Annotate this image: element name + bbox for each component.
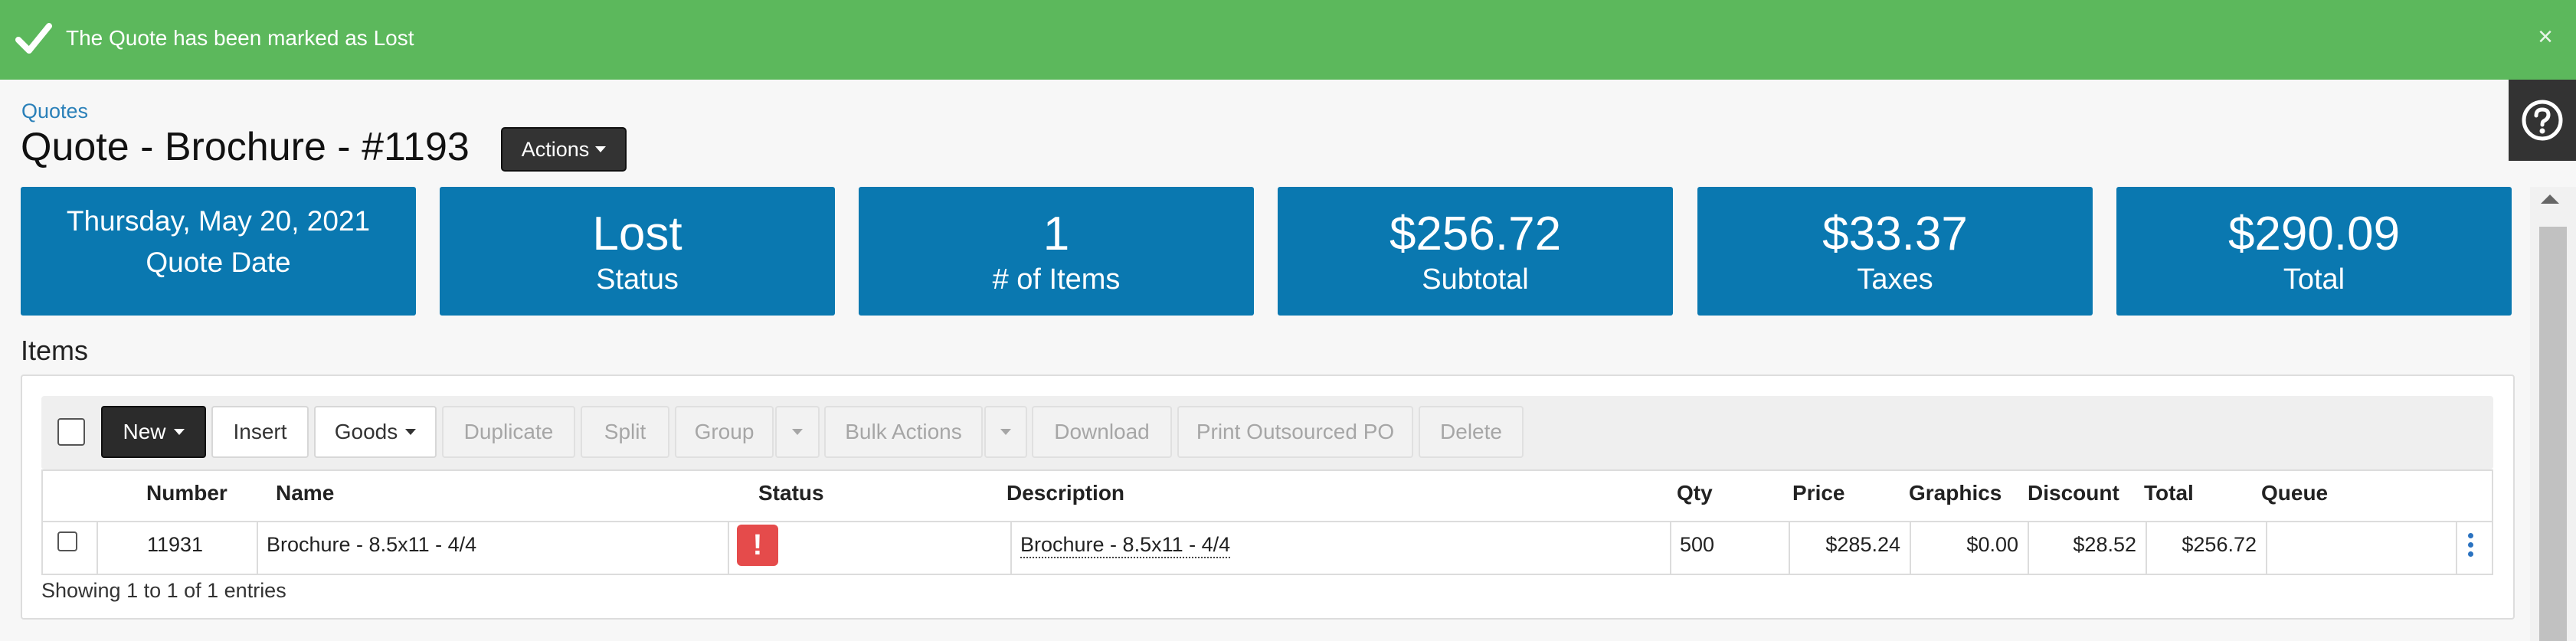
cell-separator: [728, 522, 729, 574]
quote-date-label: Quote Date: [146, 247, 291, 278]
insert-label: Insert: [233, 420, 287, 443]
cell-separator: [2266, 522, 2267, 574]
cell-separator: [2456, 522, 2457, 574]
goods-button[interactable]: Goods: [314, 406, 437, 458]
status-label: Status: [596, 263, 679, 296]
col-graphics[interactable]: Graphics: [1909, 481, 2002, 505]
download-label: Download: [1054, 420, 1150, 443]
delete-label: Delete: [1440, 420, 1502, 443]
col-queue[interactable]: Queue: [2261, 481, 2328, 505]
caret-down-icon: [173, 429, 185, 435]
bulk-actions-button[interactable]: Bulk Actions: [824, 406, 983, 458]
delete-button[interactable]: Delete: [1419, 406, 1524, 458]
subtotal-tile: $256.72 Subtotal: [1278, 187, 1673, 316]
actions-label: Actions: [521, 137, 590, 161]
group-dropdown-button[interactable]: [775, 406, 820, 458]
row-checkbox[interactable]: [57, 531, 77, 551]
download-button[interactable]: Download: [1032, 406, 1172, 458]
cell-description[interactable]: Brochure - 8.5x11 - 4/4: [1020, 533, 1231, 558]
status-value: Lost: [592, 208, 682, 260]
cell-discount: $28.52: [2073, 533, 2136, 556]
cell-separator: [1789, 522, 1790, 574]
cell-total: $256.72: [2182, 533, 2257, 556]
bulk-actions-label: Bulk Actions: [845, 420, 962, 443]
cell-separator: [1910, 522, 1911, 574]
header-bottom-border: [41, 521, 2493, 522]
subtotal-label: Subtotal: [1422, 263, 1529, 296]
breadcrumb-quotes[interactable]: Quotes: [21, 100, 88, 123]
cell-qty: 500: [1680, 533, 1715, 556]
select-all-checkbox[interactable]: [57, 418, 85, 446]
total-label: Total: [2283, 263, 2345, 296]
split-button[interactable]: Split: [581, 406, 669, 458]
taxes-tile: $33.37 Taxes: [1697, 187, 2093, 316]
scroll-up-icon[interactable]: [2541, 195, 2559, 204]
total-value: $290.09: [2227, 208, 2401, 260]
col-status[interactable]: Status: [758, 481, 824, 505]
items-section-title: Items: [21, 335, 89, 366]
cell-separator: [2028, 522, 2029, 574]
col-number[interactable]: Number: [146, 481, 227, 505]
page-title: Quote - Brochure - #1193: [21, 125, 470, 169]
cell-separator: [257, 522, 258, 574]
total-tile: $290.09 Total: [2116, 187, 2512, 316]
items-count-value: 1: [1043, 208, 1070, 260]
items-count-tile: 1 # of Items: [859, 187, 1254, 316]
col-name[interactable]: Name: [276, 481, 334, 505]
print-outsourced-po-button[interactable]: Print Outsourced PO: [1177, 406, 1413, 458]
caret-down-icon: [405, 429, 417, 435]
cell-separator: [1010, 522, 1012, 574]
close-icon[interactable]: ×: [2538, 23, 2553, 51]
group-button[interactable]: Group: [675, 406, 774, 458]
items-table: [41, 469, 2493, 575]
page-scrollbar[interactable]: [2530, 187, 2576, 641]
duplicate-button[interactable]: Duplicate: [442, 406, 575, 458]
alert-icon[interactable]: !: [737, 525, 778, 566]
taxes-label: Taxes: [1857, 263, 1933, 296]
cell-separator: [1670, 522, 1671, 574]
col-qty[interactable]: Qty: [1677, 481, 1713, 505]
col-discount[interactable]: Discount: [2028, 481, 2119, 505]
success-notification: The Quote has been marked as Lost ×: [0, 0, 2576, 80]
new-button[interactable]: New: [101, 406, 206, 458]
quote-date-value: Thursday, May 20, 2021: [66, 205, 371, 237]
caret-down-icon: [595, 146, 607, 152]
help-icon: [2522, 100, 2563, 141]
duplicate-label: Duplicate: [463, 420, 554, 443]
bulk-actions-dropdown-button[interactable]: [984, 406, 1027, 458]
cell-number: 11931: [147, 533, 204, 556]
kebab-menu-icon[interactable]: [2468, 533, 2474, 559]
cell-separator: [2146, 522, 2147, 574]
caret-down-icon: [1000, 429, 1011, 435]
help-button[interactable]: [2509, 80, 2576, 161]
taxes-value: $33.37: [1822, 208, 1968, 260]
status-tile: Lost Status: [440, 187, 835, 316]
check-icon: [15, 23, 52, 54]
cell-graphics: $0.00: [1966, 533, 2018, 556]
caret-down-icon: [792, 429, 803, 435]
insert-button[interactable]: Insert: [211, 406, 309, 458]
subtotal-value: $256.72: [1389, 208, 1562, 260]
group-label: Group: [694, 420, 754, 443]
table-info: Showing 1 to 1 of 1 entries: [41, 579, 286, 602]
goods-label: Goods: [334, 420, 398, 443]
scroll-thumb[interactable]: [2539, 227, 2567, 641]
split-label: Split: [604, 420, 646, 443]
print-po-label: Print Outsourced PO: [1196, 420, 1395, 443]
header-top-border: [41, 469, 2493, 471]
cell-name[interactable]: Brochure - 8.5x11 - 4/4: [267, 533, 476, 557]
col-description[interactable]: Description: [1007, 481, 1124, 505]
col-price[interactable]: Price: [1792, 481, 1845, 505]
items-count-label: # of Items: [992, 263, 1121, 296]
cell-price: $285.24: [1825, 533, 1900, 556]
col-total[interactable]: Total: [2144, 481, 2194, 505]
quote-date-tile: Thursday, May 20, 2021 Quote Date: [21, 187, 416, 316]
new-label: New: [123, 420, 166, 443]
notification-message: The Quote has been marked as Lost: [66, 26, 414, 50]
cell-separator: [97, 522, 98, 574]
actions-button[interactable]: Actions: [501, 127, 627, 172]
